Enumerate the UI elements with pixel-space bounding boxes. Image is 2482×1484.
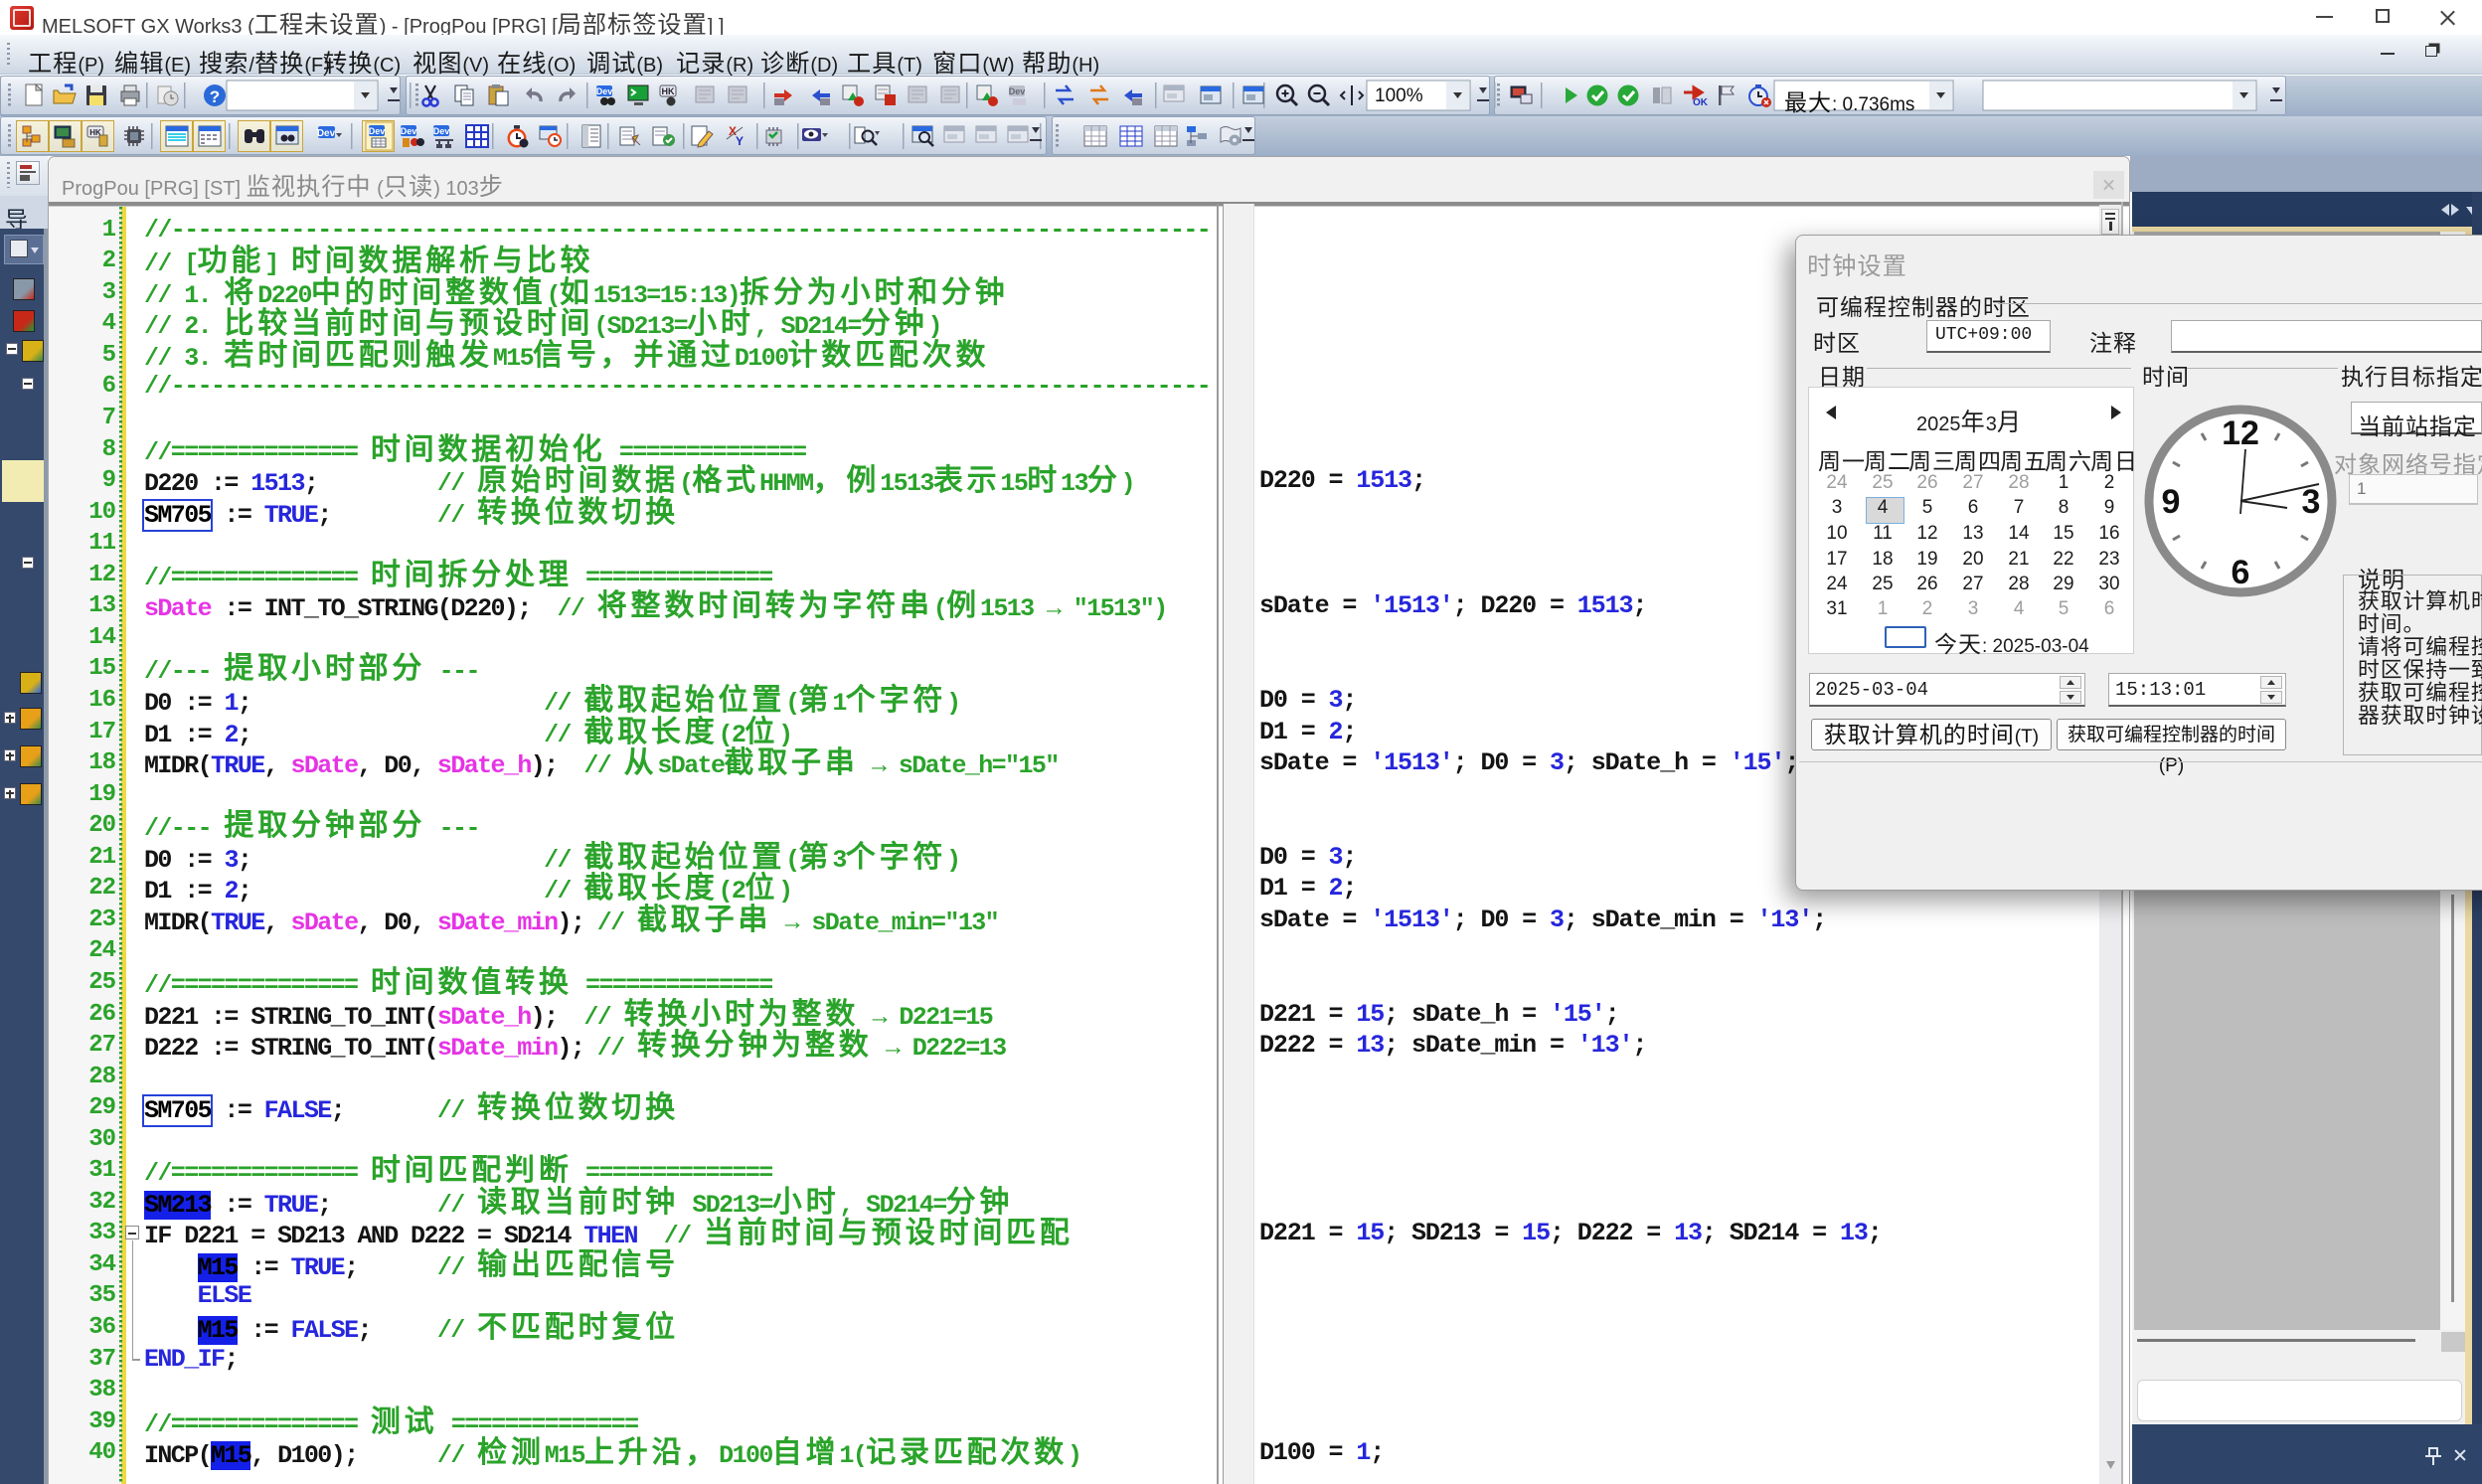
svg-text:HK: HK xyxy=(662,86,675,96)
svg-text:Y: Y xyxy=(736,134,744,148)
svg-text:Dev: Dev xyxy=(317,128,336,139)
svg-text:12: 12 xyxy=(2222,414,2259,452)
svg-text:OK: OK xyxy=(1693,97,1709,108)
svg-text:Dev: Dev xyxy=(1009,86,1026,96)
svg-text:Dev: Dev xyxy=(433,126,450,136)
svg-text:Dev: Dev xyxy=(596,86,613,96)
svg-text:Dev: Dev xyxy=(401,126,417,136)
svg-text:9: 9 xyxy=(2162,483,2181,521)
svg-text:100%: 100% xyxy=(1375,85,1423,106)
svg-text:?: ? xyxy=(210,87,220,106)
svg-text:Dev: Dev xyxy=(369,126,386,136)
svg-text:3: 3 xyxy=(2302,483,2321,521)
svg-text:6: 6 xyxy=(2232,554,2250,591)
